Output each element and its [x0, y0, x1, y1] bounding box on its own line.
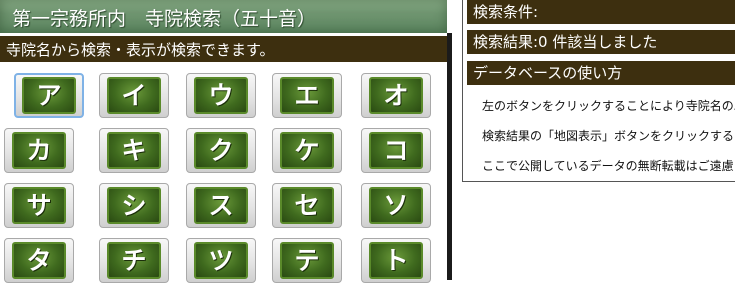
kana-button-su[interactable]: ス — [186, 183, 256, 228]
kana-button-o[interactable]: オ — [361, 73, 431, 118]
kana-button-u[interactable]: ウ — [186, 73, 256, 118]
kana-label: ク — [194, 132, 248, 169]
kana-button-a[interactable]: ア — [14, 73, 84, 118]
kana-label: エ — [280, 77, 334, 114]
right-panel: 検索条件: 検索結果:0 件該当しました データベースの使い方 左のボタンをクリ… — [462, 0, 735, 182]
left-panel: 第一宗務所内 寺院検索（五十音） 寺院名から検索・表示が検索できます。 ア イ … — [0, 0, 452, 283]
kana-button-ki[interactable]: キ — [99, 128, 169, 173]
intro-bar: 寺院名から検索・表示が検索できます。 — [0, 36, 447, 62]
kana-label: テ — [280, 242, 334, 279]
kana-button-sa[interactable]: サ — [4, 183, 74, 228]
kana-button-se[interactable]: セ — [272, 183, 342, 228]
kana-button-ta[interactable]: タ — [4, 238, 74, 283]
kana-button-ka[interactable]: カ — [4, 128, 74, 173]
kana-button-so[interactable]: ソ — [361, 183, 431, 228]
kana-button-shi[interactable]: シ — [99, 183, 169, 228]
kana-button-tsu[interactable]: ツ — [186, 238, 256, 283]
kana-label: ト — [369, 242, 423, 279]
kana-label: ウ — [194, 77, 248, 114]
kana-label: カ — [12, 132, 66, 169]
kana-label: シ — [107, 187, 161, 224]
kana-label: イ — [107, 77, 161, 114]
kana-button-chi[interactable]: チ — [99, 238, 169, 283]
kana-label: オ — [369, 77, 423, 114]
kana-button-ke[interactable]: ケ — [272, 128, 342, 173]
kana-label: コ — [369, 132, 423, 169]
help-line: 左のボタンをクリックすることにより寺院名のふ — [482, 99, 735, 113]
kana-label: サ — [12, 187, 66, 224]
kana-button-ku[interactable]: ク — [186, 128, 256, 173]
help-line: 検索結果の「地図表示」ボタンをクリックすると — [482, 129, 735, 143]
kana-label: キ — [107, 132, 161, 169]
kana-label: セ — [280, 187, 334, 224]
help-line: ここで公開しているデータの無断転載はご遠慮 — [482, 159, 734, 173]
kana-label: ソ — [369, 187, 423, 224]
kana-label: タ — [12, 242, 66, 279]
search-results-bar: 検索結果:0 件該当しました — [467, 30, 735, 54]
kana-button-e[interactable]: エ — [272, 73, 342, 118]
database-howto-bar: データベースの使い方 — [467, 61, 735, 85]
kana-button-ko[interactable]: コ — [361, 128, 431, 173]
kana-label: ケ — [280, 132, 334, 169]
kana-label: ツ — [194, 242, 248, 279]
kana-label: ア — [22, 77, 76, 114]
kana-label: ス — [194, 187, 248, 224]
kana-button-to[interactable]: ト — [361, 238, 431, 283]
search-conditions-bar: 検索条件: — [467, 0, 735, 24]
kana-button-te[interactable]: テ — [272, 238, 342, 283]
page-title: 第一宗務所内 寺院検索（五十音） — [12, 8, 317, 30]
kana-button-i[interactable]: イ — [99, 73, 169, 118]
kana-label: チ — [107, 242, 161, 279]
page-title-bar: 第一宗務所内 寺院検索（五十音） — [0, 0, 447, 33]
panel-divider — [447, 33, 452, 280]
intro-text: 寺院名から検索・表示が検索できます。 — [6, 41, 275, 59]
